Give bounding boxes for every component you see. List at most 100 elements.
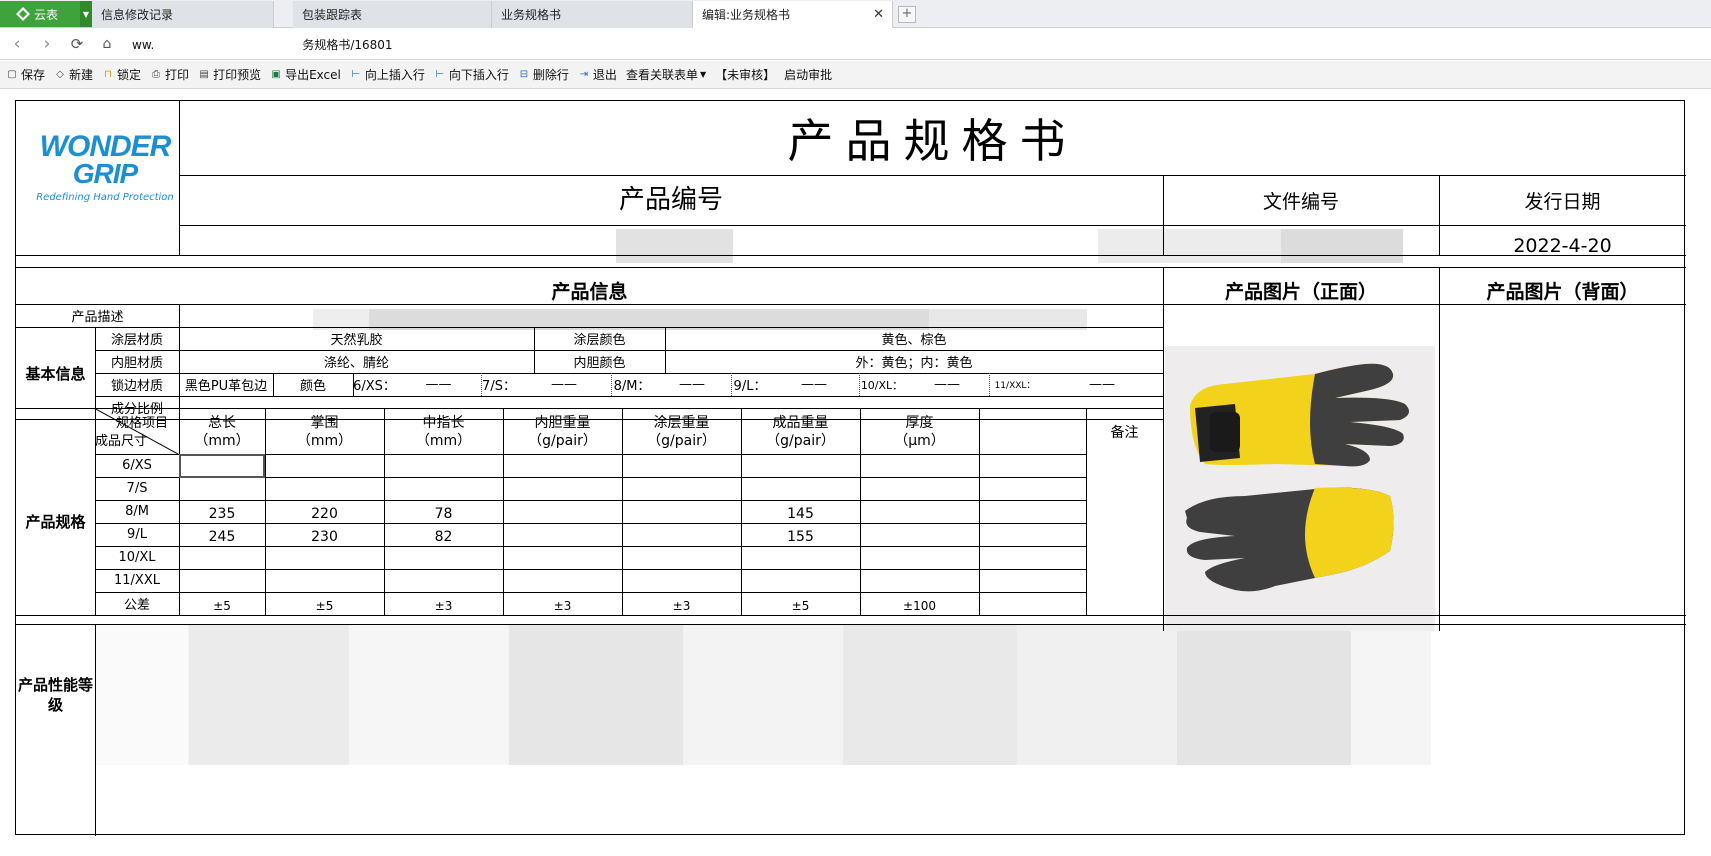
- coating-color-value[interactable]: 黄色、棕色: [665, 327, 1163, 350]
- related-forms-dropdown[interactable]: 查看关联表单 ▼: [626, 66, 706, 83]
- spec-cell[interactable]: 235: [179, 502, 265, 525]
- liner-material-value[interactable]: 涤纶、腈纶: [179, 350, 534, 373]
- spec-cell[interactable]: [860, 502, 979, 525]
- tab-label: 编辑:业务规格书: [702, 7, 791, 22]
- size-color-value[interactable]: ——: [1041, 373, 1163, 396]
- finished-size-label: 成品尺寸: [95, 433, 148, 449]
- spec-cell[interactable]: 82: [384, 525, 503, 548]
- start-approval-button[interactable]: 启动审批: [784, 66, 832, 83]
- size-color-value[interactable]: ——: [905, 373, 989, 396]
- spec-column-header: 总长 （mm）: [179, 409, 265, 454]
- spec-cell[interactable]: ±3: [384, 594, 503, 617]
- spec-cell[interactable]: ±5: [265, 594, 384, 617]
- toolbar-label: 【未审核】: [715, 68, 776, 82]
- issue-date-value[interactable]: 2022-4-20: [1439, 225, 1686, 267]
- spec-cell[interactable]: [503, 571, 622, 594]
- new-tab-icon[interactable]: +: [898, 6, 916, 23]
- spec-cell[interactable]: [622, 456, 741, 479]
- spec-cell[interactable]: [265, 479, 384, 502]
- spec-cell[interactable]: 220: [265, 502, 384, 525]
- print-preview-button[interactable]: ▤ 打印预览: [198, 66, 261, 83]
- spec-cell[interactable]: [622, 525, 741, 548]
- spec-cell[interactable]: [860, 571, 979, 594]
- spec-cell[interactable]: [741, 548, 860, 571]
- spec-cell[interactable]: 78: [384, 502, 503, 525]
- back-icon[interactable]: ‹: [4, 34, 30, 54]
- home-icon[interactable]: ⌂: [94, 36, 120, 52]
- spec-cell[interactable]: [503, 548, 622, 571]
- delete-row-button[interactable]: ⊟ 删除行: [518, 66, 569, 83]
- spec-cell[interactable]: ±5: [179, 594, 265, 617]
- size-color-value[interactable]: ——: [517, 373, 611, 396]
- insert-above-button[interactable]: ⊢ 向上插入行: [350, 66, 425, 83]
- save-button[interactable]: ▢ 保存: [6, 66, 45, 83]
- spec-cell[interactable]: [265, 571, 384, 594]
- spec-cell[interactable]: [741, 479, 860, 502]
- spec-cell[interactable]: ±100: [860, 594, 979, 617]
- spec-cell[interactable]: [622, 548, 741, 571]
- spec-cell[interactable]: [860, 456, 979, 479]
- spec-cell[interactable]: [384, 548, 503, 571]
- tab-business-spec[interactable]: 业务规格书: [492, 1, 693, 28]
- close-icon[interactable]: ✕: [873, 7, 884, 22]
- spec-cell[interactable]: [622, 571, 741, 594]
- export-excel-button[interactable]: ▣ 导出Excel: [270, 66, 341, 83]
- spec-cell[interactable]: [384, 456, 503, 479]
- spec-cell[interactable]: 230: [265, 525, 384, 548]
- spec-cell[interactable]: [179, 571, 265, 594]
- spec-cell[interactable]: [265, 548, 384, 571]
- spec-cell[interactable]: [503, 525, 622, 548]
- spec-cell[interactable]: ±5: [741, 594, 860, 617]
- tab-package-tracking[interactable]: 包装跟踪表: [293, 1, 492, 28]
- refresh-icon[interactable]: ⟳: [64, 35, 90, 53]
- spec-cell[interactable]: [860, 479, 979, 502]
- spec-cell[interactable]: [622, 479, 741, 502]
- tab-edit-business-spec[interactable]: 编辑:业务规格书 ✕: [693, 1, 893, 28]
- print-button[interactable]: ⎙ 打印: [150, 66, 189, 83]
- spec-cell[interactable]: [741, 571, 860, 594]
- exit-button[interactable]: ⇥ 退出: [578, 66, 617, 83]
- spec-cell[interactable]: [860, 548, 979, 571]
- spec-cell[interactable]: [265, 456, 384, 479]
- insert-below-button[interactable]: ⊢ 向下插入行: [434, 66, 509, 83]
- spec-cell[interactable]: ±3: [622, 594, 741, 617]
- grid-line: [622, 408, 623, 615]
- url-field[interactable]: ww. 务规格书/16801: [132, 36, 393, 53]
- spec-cell[interactable]: [503, 502, 622, 525]
- spec-cell[interactable]: ±3: [503, 594, 622, 617]
- insert-below-icon: ⊢: [435, 68, 445, 80]
- spec-cell[interactable]: [741, 456, 860, 479]
- coating-material-value[interactable]: 天然乳胶: [179, 327, 534, 350]
- tab-info-change-log[interactable]: 信息修改记录: [92, 1, 274, 28]
- app-dropdown-icon[interactable]: ▼: [80, 1, 92, 27]
- spec-cell[interactable]: [503, 479, 622, 502]
- grid-line: [95, 500, 1086, 501]
- lock-button[interactable]: ⊓ 锁定: [102, 66, 141, 83]
- spec-cell[interactable]: [384, 571, 503, 594]
- spec-cell[interactable]: 145: [741, 502, 860, 525]
- spec-cell[interactable]: 245: [179, 525, 265, 548]
- selected-cell[interactable]: [179, 454, 265, 478]
- size-color-value[interactable]: ——: [769, 373, 859, 396]
- remark-label: 备注: [1110, 424, 1139, 441]
- edge-material-value[interactable]: 黑色PU革包边: [179, 373, 273, 396]
- size-color-value[interactable]: ——: [653, 373, 731, 396]
- spec-cell[interactable]: [622, 502, 741, 525]
- liner-color-value[interactable]: 外：黄色；内：黄色: [665, 350, 1163, 373]
- spec-column-unit: （g/pair）: [528, 432, 597, 449]
- spec-cell[interactable]: [384, 479, 503, 502]
- app-menu-button[interactable]: 云表 ▼: [0, 1, 92, 27]
- spec-cell[interactable]: [179, 548, 265, 571]
- size-color-value[interactable]: ——: [396, 373, 481, 396]
- toolbar-label: 查看关联表单: [625, 68, 698, 82]
- spec-cell[interactable]: [860, 525, 979, 548]
- grid-line: [95, 373, 1163, 374]
- spec-sheet: WONDER GRIP Redefining Hand Protection 产…: [15, 100, 1686, 836]
- spec-cell[interactable]: [179, 479, 265, 502]
- spec-cell[interactable]: [503, 456, 622, 479]
- spec-cell[interactable]: 155: [741, 525, 860, 548]
- new-button[interactable]: ◇ 新建: [54, 66, 93, 83]
- address-bar: ‹ › ⟳ ⌂ ww. 务规格书/16801: [0, 29, 1711, 60]
- forward-icon[interactable]: ›: [34, 34, 60, 54]
- tab-bar: 云表 ▼ 信息修改记录 包装跟踪表 业务规格书 编辑:业务规格书 ✕ +: [0, 0, 1711, 28]
